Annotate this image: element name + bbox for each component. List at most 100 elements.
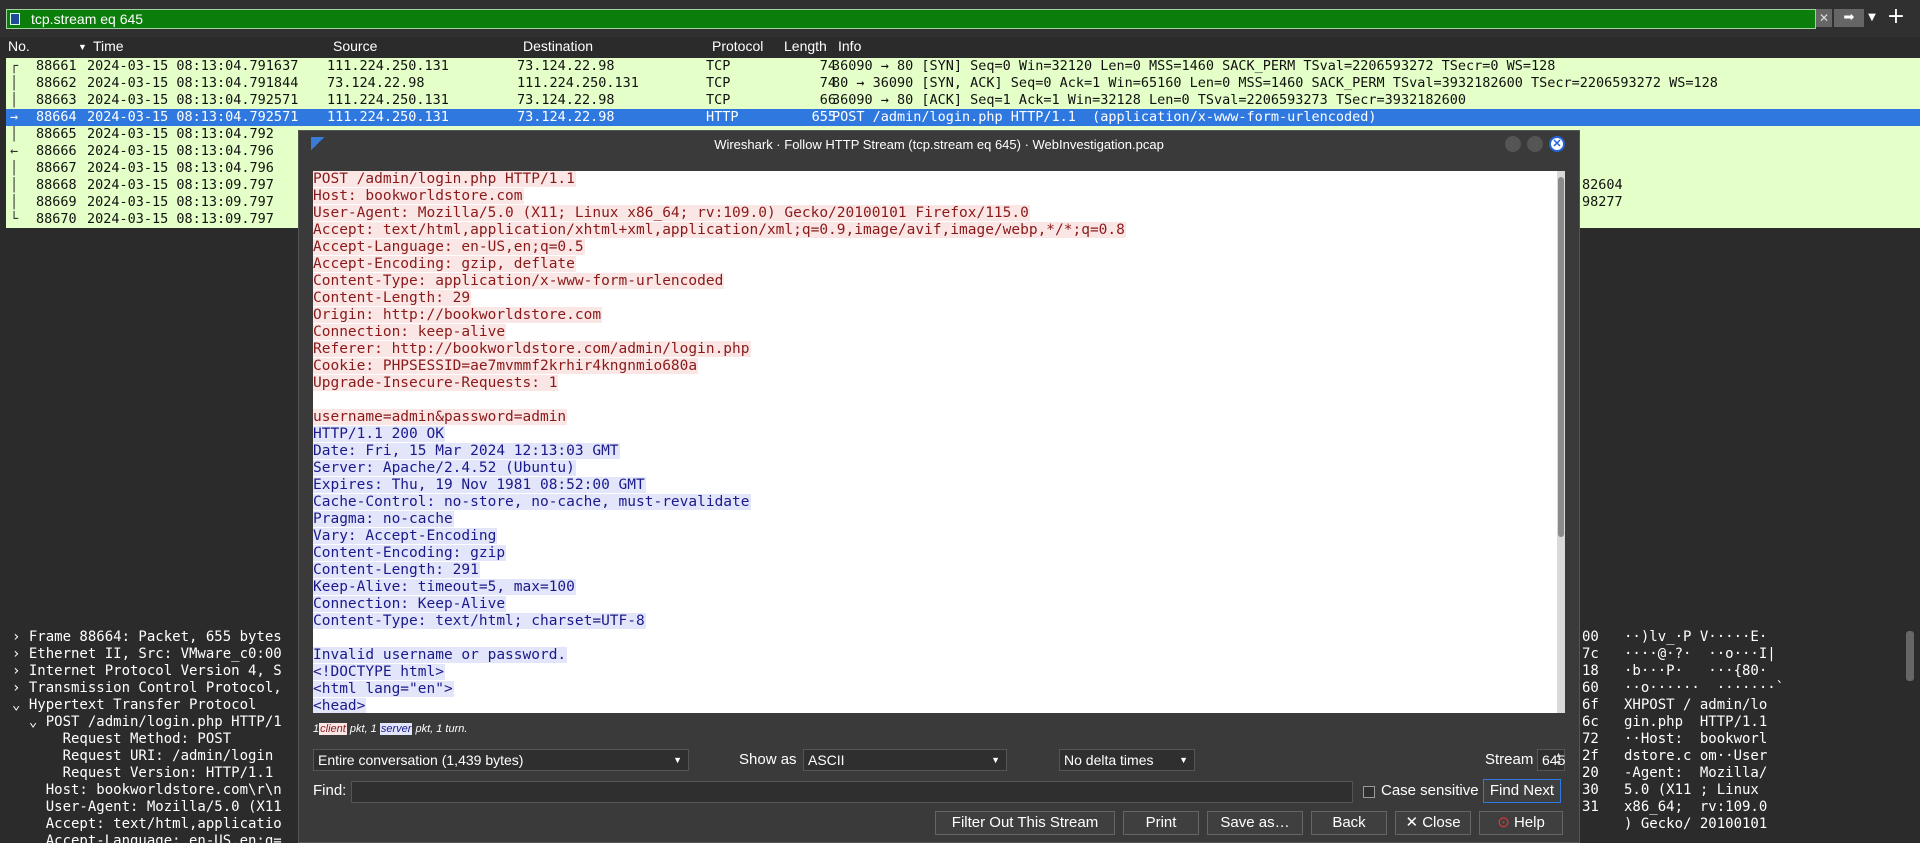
packet-row[interactable]: 88664 2024-03-15 08:13:04.792571 111.224.2… xyxy=(6,109,1920,126)
server-response-line: Server: Apache/2.4.52 (Ubuntu) xyxy=(313,460,576,476)
packet-list-header: No. ▼ Time Source Destination Protocol L… xyxy=(0,37,1920,56)
packet-row[interactable]: 88662 2024-03-15 08:13:04.791844 73.124.22… xyxy=(6,75,1920,92)
close-button[interactable]: ✕ Close xyxy=(1395,811,1471,835)
packet-length: 66 xyxy=(819,92,836,108)
print-button[interactable]: Print xyxy=(1123,811,1199,835)
packet-row[interactable]: 88661 2024-03-15 08:13:04.791637 111.224.2… xyxy=(6,58,1920,75)
col-header-no[interactable]: No. xyxy=(8,38,30,54)
server-body-line: <head> xyxy=(313,698,367,713)
case-sensitive-checkbox[interactable] xyxy=(1363,786,1375,798)
close-window-icon[interactable]: ✕ xyxy=(1549,136,1565,152)
col-header-info[interactable]: Info xyxy=(838,38,861,54)
ascii-bytes[interactable]: -Agent: Mozilla/ xyxy=(1624,765,1767,781)
col-header-time[interactable]: Time xyxy=(93,38,124,54)
help-button[interactable]: ⊙ Help xyxy=(1479,811,1563,835)
find-input[interactable] xyxy=(351,781,1353,803)
maximize-icon[interactable] xyxy=(1527,136,1543,152)
hex-byte[interactable]: 6c xyxy=(1582,714,1599,730)
hex-byte[interactable]: 2f xyxy=(1582,748,1599,764)
detail-tree-item[interactable]: Accept-Language: en-US,en;q= xyxy=(12,833,282,843)
client-request-line: Cookie: PHPSESSID=ae7mvmmf2krhir4kngnmio… xyxy=(313,358,699,374)
col-header-length[interactable]: Length xyxy=(784,38,827,54)
col-header-protocol[interactable]: Protocol xyxy=(712,38,763,54)
hex-byte[interactable]: 6f xyxy=(1582,697,1599,713)
detail-tree-item[interactable]: Request URI: /admin/login xyxy=(12,748,274,764)
packet-source: 111.224.250.131 xyxy=(327,92,449,108)
ascii-bytes[interactable]: ··)lv_·P V·····E· xyxy=(1624,629,1767,645)
detail-tree-item[interactable]: ⌄ POST /admin/login.php HTTP/1 xyxy=(12,714,282,730)
col-header-source[interactable]: Source xyxy=(333,38,377,54)
detail-tree-item[interactable]: Request Method: POST xyxy=(12,731,232,747)
hex-byte[interactable]: 18 xyxy=(1582,663,1599,679)
ascii-bytes[interactable]: dstore.c om··User xyxy=(1624,748,1767,764)
show-as-label: Show as xyxy=(739,751,797,768)
server-response-line: Content-Encoding: gzip xyxy=(313,545,507,561)
hex-byte[interactable]: 30 xyxy=(1582,782,1599,798)
hex-byte[interactable]: 20 xyxy=(1582,765,1599,781)
hex-byte[interactable]: 72 xyxy=(1582,731,1599,747)
detail-tree-item[interactable]: › Frame 88664: Packet, 655 bytes xyxy=(12,629,282,645)
case-sensitive-label[interactable]: Case sensitive xyxy=(1381,782,1479,799)
ascii-bytes[interactable]: ····@·?· ··o···I| xyxy=(1624,646,1776,662)
packet-length: 655 xyxy=(811,109,836,125)
minimize-icon[interactable] xyxy=(1505,136,1521,152)
detail-tree-item[interactable]: › Internet Protocol Version 4, S xyxy=(12,663,282,679)
help-icon: ⊙ xyxy=(1497,814,1510,831)
ascii-bytes[interactable]: ··Host: bookworl xyxy=(1624,731,1767,747)
ascii-bytes[interactable]: gin.php HTTP/1.1 xyxy=(1624,714,1767,730)
ascii-bytes[interactable]: ··o······ ·······` xyxy=(1624,680,1784,696)
hex-byte[interactable]: 7c xyxy=(1582,646,1599,662)
packet-time: 2024-03-15 08:13:04.791844 xyxy=(87,75,299,91)
col-header-destination[interactable]: Destination xyxy=(523,38,593,54)
detail-tree-item[interactable]: User-Agent: Mozilla/5.0 (X11 xyxy=(12,799,282,815)
detail-tree-item[interactable]: › Ethernet II, Src: VMware_c0:00 xyxy=(12,646,282,662)
server-body-line: Invalid username or password. xyxy=(313,647,568,663)
add-filter-button-icon[interactable]: + xyxy=(1884,5,1908,29)
server-response-line: Pragma: no-cache xyxy=(313,511,454,527)
ascii-bytes[interactable]: x86_64; rv:109.0 xyxy=(1624,799,1767,815)
packet-protocol: HTTP xyxy=(706,109,739,125)
hex-byte[interactable]: 31 xyxy=(1582,799,1599,815)
clear-filter-icon[interactable]: ✕ xyxy=(1816,9,1832,27)
ascii-bytes[interactable]: ·b···P· ···{80· xyxy=(1624,663,1767,679)
filter-history-chevron-icon[interactable]: ▼ xyxy=(1864,9,1880,27)
bytes-scrollbar[interactable] xyxy=(1906,631,1914,681)
hex-byte[interactable]: 00 xyxy=(1582,629,1599,645)
detail-tree-item[interactable]: Host: bookworldstore.com\r\n xyxy=(12,782,282,798)
apply-filter-icon[interactable]: ➡ xyxy=(1834,9,1864,27)
conversation-select[interactable]: Entire conversation (1,439 bytes) ▼ xyxy=(313,749,689,771)
server-response-line: HTTP/1.1 200 OK xyxy=(313,426,445,442)
stream-scrollbar-thumb[interactable] xyxy=(1558,177,1564,537)
packet-no: 88670 xyxy=(36,211,77,227)
back-button[interactable]: Back xyxy=(1311,811,1387,835)
ascii-bytes[interactable]: ) Gecko/ 20100101 xyxy=(1624,816,1767,832)
packet-protocol: TCP xyxy=(706,75,731,91)
show-as-select[interactable]: ASCII ▼ xyxy=(803,749,1007,771)
bookmark-icon[interactable] xyxy=(10,13,20,25)
packet-info: 80 → 36090 [SYN, ACK] Seq=0 Ack=1 Win=65… xyxy=(832,75,1718,91)
stream-status: 1client pkt, 1 server pkt, 1 turn. xyxy=(313,723,468,735)
detail-tree-item[interactable]: ⌄ Hypertext Transfer Protocol xyxy=(12,697,256,713)
server-response-line: Date: Fri, 15 Mar 2024 12:13:03 GMT xyxy=(313,443,620,459)
ascii-bytes[interactable]: XHPOST / admin/lo xyxy=(1624,697,1767,713)
packet-info: 36090 → 80 [ACK] Seq=1 Ack=1 Win=32128 L… xyxy=(832,92,1466,108)
detail-tree-item[interactable]: Accept: text/html,applicatio xyxy=(12,816,282,832)
packet-protocol: TCP xyxy=(706,92,731,108)
find-next-button[interactable]: Find Next xyxy=(1483,779,1561,803)
spin-arrows-icon[interactable]: ▲ ▼ xyxy=(1555,752,1562,768)
save-as-button[interactable]: Save as… xyxy=(1207,811,1303,835)
stream-scrollbar[interactable] xyxy=(1557,171,1565,713)
server-response-line: Content-Length: 291 xyxy=(313,562,480,578)
packet-row[interactable]: 88663 2024-03-15 08:13:04.792571 111.224.2… xyxy=(6,92,1920,109)
stream-number-spinbox[interactable]: 645 ▲ ▼ xyxy=(1537,749,1565,771)
hex-byte[interactable]: 60 xyxy=(1582,680,1599,696)
detail-tree-item[interactable]: Request Version: HTTP/1.1 xyxy=(12,765,274,781)
filter-out-stream-button[interactable]: Filter Out This Stream xyxy=(935,811,1115,835)
display-filter-input[interactable]: tcp.stream eq 645 xyxy=(6,9,1816,29)
ascii-bytes[interactable]: 5.0 (X11 ; Linux xyxy=(1624,782,1759,798)
delta-times-select[interactable]: No delta times ▼ xyxy=(1059,749,1195,771)
stream-content[interactable]: POST /admin/login.php HTTP/1.1 Host: book… xyxy=(313,171,1561,713)
packet-time: 2024-03-15 08:13:04.792 xyxy=(87,126,274,142)
conversation-bracket-icon: │ xyxy=(10,75,19,91)
detail-tree-item[interactable]: › Transmission Control Protocol, xyxy=(12,680,282,696)
